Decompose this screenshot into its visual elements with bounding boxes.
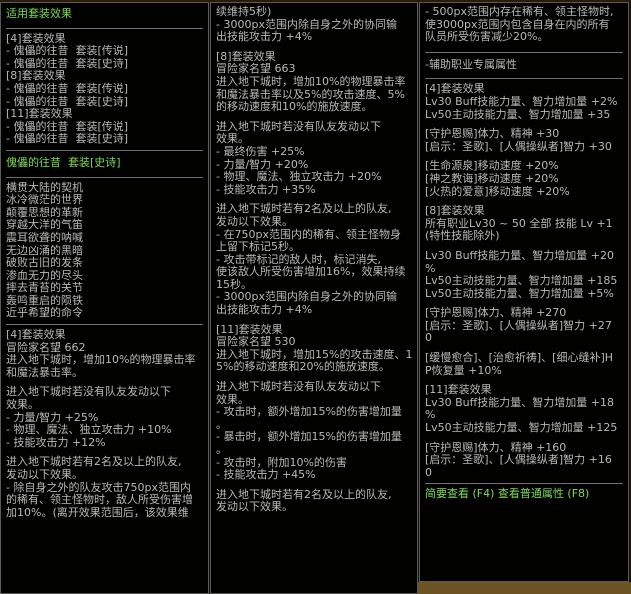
- tooltip-panel-middle: 续维持5秒) - 3000px范围内除自身之外的协同输 出技能攻击力 +4% [8]套…: [210, 2, 418, 594]
- divider: [425, 51, 623, 53]
- text-line: 效果。: [6, 398, 39, 412]
- divider: [6, 27, 203, 29]
- set-title: 傀儡的往昔 套装[史诗]: [6, 155, 121, 169]
- text-line: 发动以下效果。: [6, 468, 83, 481]
- divider: [425, 483, 623, 485]
- text-line: [11]套装效果: [425, 383, 492, 397]
- text-line: - 攻击时，额外增加15%的伤害增加量: [216, 405, 402, 419]
- set-item[interactable]: 近乎希望的命令: [6, 307, 203, 320]
- text-line: - 傀儡的往昔 套装[史诗]: [6, 132, 129, 146]
- support-class-title: -辅助职业专属属性: [425, 57, 517, 71]
- text-line: 冒险家名望 530: [216, 335, 296, 349]
- text-line: [神之教诲]移动速度 +20%: [425, 171, 559, 185]
- text-line: - 最终伤害 +25%: [216, 144, 305, 158]
- text-line: [11]套装效果: [6, 107, 73, 121]
- set-effect-continued: - 500px范围内存在稀有、领主怪物时, 使3000px范围内包含自身在内的所…: [425, 5, 623, 44]
- tooltip-panel-right: - 500px范围内存在稀有、领主怪物时, 使3000px范围内包含自身在内的所…: [419, 2, 629, 582]
- text-line: - 技能攻击力 +45%: [216, 468, 316, 482]
- text-line: [启示：圣歌]、[人偶操纵者]智力 +27: [425, 318, 612, 332]
- text-line: 的移动速度和10%的施放速度。: [216, 100, 373, 114]
- text-line: 进入地下城时若没有队友发动以下: [216, 380, 381, 394]
- set-effect-4: [4]套装效果 冒险家名望 662 进入地下城时，增加10%的物理暴击率 和魔法…: [6, 328, 203, 519]
- text-line: 续维持5秒): [216, 5, 272, 18]
- text-line: 队员所受伤害减少20%。: [425, 30, 549, 44]
- text-line: - 技能攻击力 +35%: [216, 182, 316, 196]
- text-line: 0: [425, 465, 432, 479]
- applied-set-effects-header: 适用套装效果: [6, 7, 72, 20]
- text-line: [启示：圣歌]、[人偶操纵者]智力 +30: [425, 139, 612, 153]
- text-line: [缓慢愈合]、[治愈祈祷]、[细心缝补]H: [425, 351, 614, 365]
- text-line: 上留下标记5秒。: [216, 240, 300, 254]
- text-line: 出技能攻击力 +4%: [216, 303, 313, 317]
- text-line: [启示：圣歌]、[人偶操纵者]智力 +16: [425, 453, 612, 467]
- set-item[interactable]: 摔去青苔的关节: [6, 282, 203, 295]
- text-line: 出技能攻击力 +4%: [216, 30, 313, 44]
- text-line: [火热的爱意]移动速度 +20%: [425, 184, 570, 198]
- tooltip-panel-left: 适用套装效果 [4]套装效果 - 傀儡的往昔 套装[传说] - 傀儡的往昔 套装…: [0, 2, 209, 594]
- text-line: - 物理、魔法、独立攻击力 +20%: [216, 170, 382, 184]
- divider: [6, 324, 203, 326]
- text-line: [守护恩赐]体力、精神 +270: [425, 306, 567, 320]
- set-item[interactable]: 破败古旧的发条: [6, 256, 203, 270]
- text-line: Lv30 Buff技能力量、智力增加量 +18: [425, 395, 614, 409]
- support-effects-text: [4]套装效果 Lv30 Buff技能力量、智力增加量 +2% Lv50主动技能力量…: [425, 83, 623, 479]
- set-list-a: [4]套装效果 - 傀儡的往昔 套装[传说] - 傀儡的往昔 套装[史诗] [8…: [6, 32, 203, 146]
- text-line: 加10%。(离开效果范围后，该效果维: [6, 505, 189, 519]
- set-items-list: 横贯大陆的契机 冰冷微茫的世界 颠覆思想的革新 穿越大洋的气笛 震耳欲聋的呐喊 …: [6, 181, 203, 321]
- text-line: Lv50主动技能力量、智力增加量 +125: [425, 421, 618, 435]
- text-line: P恢复量 +10%: [425, 363, 502, 377]
- text-line: (特性技能除外): [425, 229, 500, 243]
- background-bottom: [418, 582, 631, 594]
- text-line: [8]套装效果: [425, 204, 485, 218]
- text-line: Lv50主动技能力量、智力增加量 +35: [425, 107, 611, 121]
- text-line: Lv30 Buff技能力量、智力增加量 +2%: [425, 94, 618, 108]
- divider: [6, 176, 203, 178]
- text-line: - 暴击时，额外增加15%的伤害增加量: [216, 430, 402, 444]
- text-line: 5%的移动速度和20%的施放速度。: [216, 360, 390, 374]
- text-line: - 物理、魔法、独立攻击力 +10%: [6, 423, 172, 437]
- text-line: 。: [216, 443, 227, 456]
- text-line: - 500px范围内存在稀有、领主怪物时,: [425, 5, 614, 18]
- divider: [6, 149, 203, 151]
- text-line: - 技能攻击力 +12%: [6, 435, 106, 449]
- text-line: - 傀儡的往昔 套装[传说]: [6, 44, 129, 58]
- text-line: [4]套装效果: [6, 328, 66, 342]
- text-line: Lv50主动技能力量、智力增加量 +185: [425, 274, 618, 288]
- text-line: 使该敌人所受伤害增加16%，效果持续: [216, 265, 406, 279]
- text-line: 和魔法暴击率。: [6, 365, 83, 379]
- text-line: 进入地下城时，增加10%的物理暴击率: [6, 353, 196, 367]
- text-line: Lv30 Buff技能力量、智力增加量 +20: [425, 248, 614, 262]
- text-line: 的稀有、领主怪物时，敌人所受伤害增: [6, 493, 193, 507]
- text-line: 0: [425, 331, 432, 345]
- footer-hotkeys[interactable]: 简要查看 (F4) 查看普通属性 (F8): [425, 488, 623, 501]
- text-line: Lv50主动技能力量、智力增加量 +5%: [425, 286, 614, 300]
- text-line: [守护恩赐]体力、精神 +30: [425, 127, 560, 141]
- set-item[interactable]: 冰冷微茫的世界: [6, 194, 203, 207]
- text-line: 发动以下效果。: [216, 500, 293, 514]
- text-line: - 傀儡的往昔 套装[传说]: [6, 81, 129, 95]
- text-line: 进入地下城时，增加10%的物理暴击率: [216, 74, 406, 88]
- set-effects-text: 续维持5秒) - 3000px范围内除自身之外的协同输 出技能攻击力 +4% [8]套…: [216, 5, 412, 514]
- divider: [425, 78, 623, 80]
- set-item[interactable]: 震耳欲聋的呐喊: [6, 231, 203, 245]
- text-line: 发动以下效果。: [216, 214, 293, 228]
